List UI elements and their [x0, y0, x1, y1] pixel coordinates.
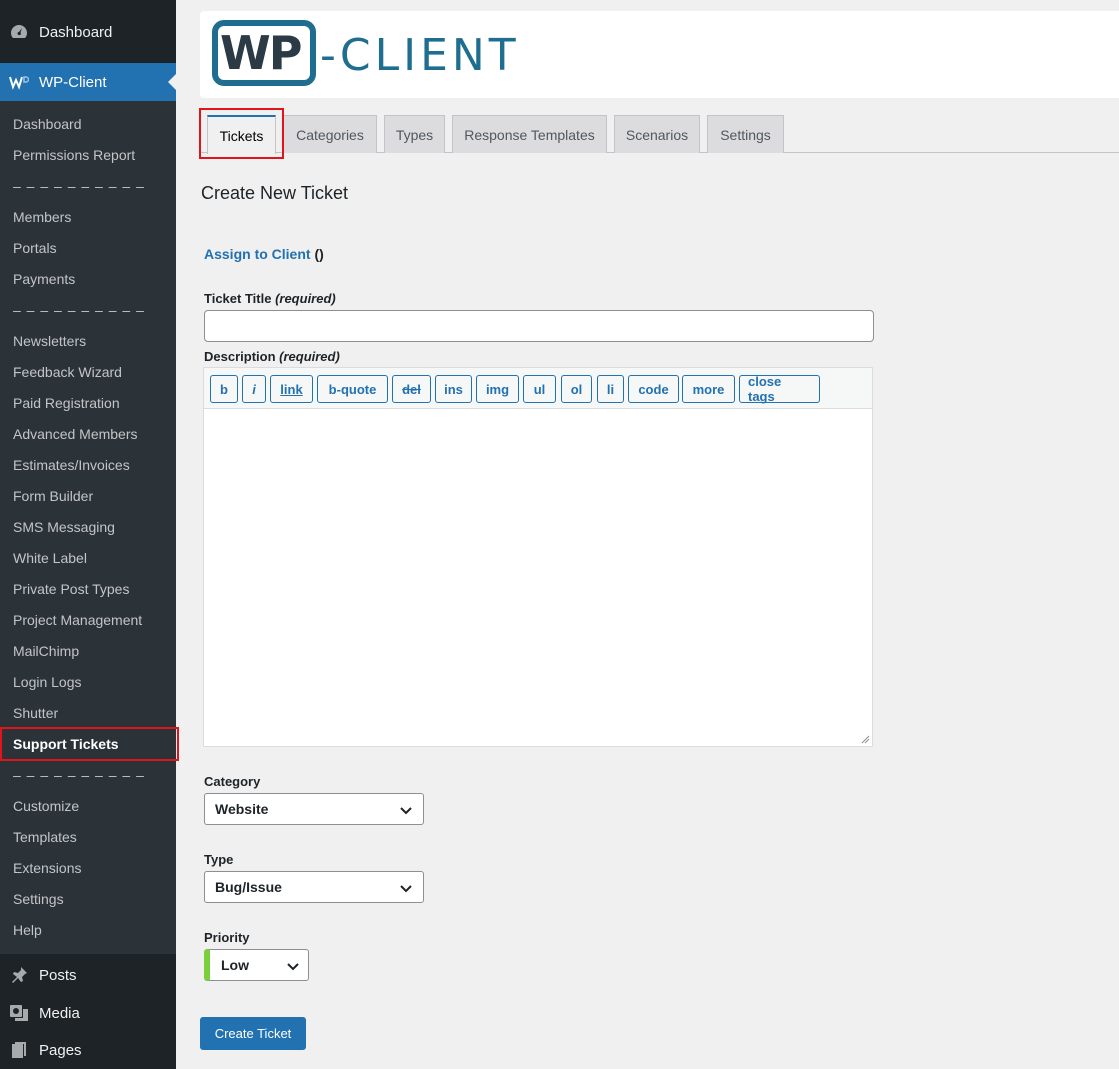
qt-bold-button[interactable]: b — [210, 375, 238, 403]
qt-del-button[interactable]: del — [392, 375, 431, 403]
chevron-down-icon — [400, 885, 412, 893]
pin-icon — [9, 965, 29, 985]
qt-code-button[interactable]: code — [628, 375, 679, 403]
submenu-item-customize[interactable]: Customize — [13, 796, 79, 816]
selected-value: Bug/Issue — [215, 879, 282, 895]
qt-link-button[interactable]: link — [270, 375, 313, 403]
logo-banner: WP -CLIENT — [200, 11, 1119, 98]
qt-li-button[interactable]: li — [597, 375, 624, 403]
submenu-item-dashboard[interactable]: Dashboard — [13, 114, 82, 134]
wp-client-submenu: Dashboard Permissions Report – – – – – –… — [0, 101, 176, 954]
ticket-title-label: Ticket Title (required) — [204, 291, 336, 307]
qt-ol-button[interactable]: ol — [561, 375, 592, 403]
qt-more-button[interactable]: more — [682, 375, 735, 403]
sidebar-item-label: WP-Client — [39, 73, 107, 91]
required-note: (required) — [279, 349, 340, 364]
highlight-tickets-tab — [199, 108, 284, 159]
submenu-item-paid-registration[interactable]: Paid Registration — [13, 393, 120, 413]
description-label: Description (required) — [204, 349, 340, 365]
submenu-item-members[interactable]: Members — [13, 207, 71, 227]
priority-label: Priority — [204, 930, 250, 945]
sidebar-item-posts[interactable]: Posts — [0, 956, 176, 994]
pages-icon — [9, 1040, 29, 1060]
highlight-support-tickets — [0, 727, 179, 761]
type-label: Type — [204, 852, 234, 867]
submenu-item-portals[interactable]: Portals — [13, 238, 57, 258]
media-icon — [9, 1003, 29, 1023]
submenu-item-login-logs[interactable]: Login Logs — [13, 672, 82, 692]
submenu-item-estimates-invoices[interactable]: Estimates/Invoices — [13, 455, 130, 475]
qt-ins-button[interactable]: ins — [435, 375, 472, 403]
submenu-item-feedback-wizard[interactable]: Feedback Wizard — [13, 362, 122, 382]
assign-client-count: () — [310, 246, 324, 262]
submenu-item-sms-messaging[interactable]: SMS Messaging — [13, 517, 115, 537]
submenu-item-permissions-report[interactable]: Permissions Report — [13, 145, 135, 165]
selected-value: Website — [215, 801, 269, 817]
tab-settings[interactable]: Settings — [707, 115, 784, 153]
tab-categories[interactable]: Categories — [283, 115, 377, 153]
submenu-item-shutter[interactable]: Shutter — [13, 703, 58, 723]
tab-types[interactable]: Types — [384, 115, 445, 153]
chevron-down-icon — [400, 807, 412, 815]
sidebar-item-pages[interactable]: Pages — [0, 1031, 176, 1069]
tab-response-templates[interactable]: Response Templates — [452, 115, 607, 153]
quicktags-toolbar: b i link b-quote del ins img ul ol li co… — [204, 368, 872, 409]
tab-scenarios[interactable]: Scenarios — [614, 115, 700, 153]
logo-wp-text: WP — [220, 26, 302, 80]
submenu-item-templates[interactable]: Templates — [13, 827, 77, 847]
page-title: Create New Ticket — [201, 183, 349, 203]
submenu-item-help[interactable]: Help — [13, 920, 42, 940]
qt-italic-button[interactable]: i — [242, 375, 266, 403]
logo-client-text: -CLIENT — [320, 30, 520, 81]
sidebar-item-wp-client[interactable]: WP-Client — [0, 63, 176, 101]
required-note: (required) — [275, 291, 336, 306]
sidebar-item-dashboard[interactable]: Dashboard — [0, 13, 176, 51]
sidebar-item-media[interactable]: Media — [0, 994, 176, 1032]
menu-separator: – – – – – – – – – – — [13, 178, 145, 194]
assign-to-client-link[interactable]: Assign to Client — [204, 246, 311, 262]
category-select[interactable]: Website — [204, 793, 424, 825]
description-textarea[interactable] — [204, 409, 872, 746]
qt-close-tags-button[interactable]: close tags — [739, 374, 820, 404]
chevron-down-icon — [287, 963, 299, 971]
submenu-item-payments[interactable]: Payments — [13, 269, 75, 289]
selected-value: Low — [221, 957, 249, 973]
sidebar-item-label: Dashboard — [39, 23, 113, 41]
assign-client-row: Assign to Client () — [204, 245, 324, 263]
submenu-item-project-management[interactable]: Project Management — [13, 610, 142, 630]
submenu-item-private-post-types[interactable]: Private Post Types — [13, 579, 129, 599]
sidebar-item-label: Posts — [39, 966, 77, 984]
qt-ul-button[interactable]: ul — [523, 375, 556, 403]
priority-select[interactable]: Low — [204, 949, 309, 981]
submenu-item-white-label[interactable]: White Label — [13, 548, 87, 568]
submenu-item-extensions[interactable]: Extensions — [13, 858, 81, 878]
admin-sidebar: Dashboard WP-Client Dashboard Permission… — [0, 0, 176, 1069]
qt-img-button[interactable]: img — [476, 375, 519, 403]
submenu-item-form-builder[interactable]: Form Builder — [13, 486, 93, 506]
submenu-item-newsletters[interactable]: Newsletters — [13, 331, 86, 351]
qt-blockquote-button[interactable]: b-quote — [317, 375, 388, 403]
submenu-item-advanced-members[interactable]: Advanced Members — [13, 424, 138, 444]
description-editor: b i link b-quote del ins img ul ol li co… — [203, 367, 873, 747]
submenu-item-settings[interactable]: Settings — [13, 889, 64, 909]
category-label: Category — [204, 774, 261, 789]
dashboard-icon — [9, 22, 29, 42]
create-ticket-button[interactable]: Create Ticket — [200, 1017, 306, 1050]
menu-separator: – – – – – – – – – – — [13, 302, 145, 318]
sidebar-item-label: Pages — [39, 1041, 82, 1059]
wp-client-icon — [9, 72, 29, 92]
label-text: Description — [204, 349, 276, 364]
resize-handle-icon[interactable] — [860, 734, 870, 744]
menu-separator: – – – – – – – – – – — [13, 767, 145, 783]
ticket-title-input[interactable] — [204, 310, 874, 342]
label-text: Ticket Title — [204, 291, 272, 306]
sidebar-item-label: Media — [39, 1004, 80, 1022]
type-select[interactable]: Bug/Issue — [204, 871, 424, 903]
submenu-item-mailchimp[interactable]: MailChimp — [13, 641, 79, 661]
